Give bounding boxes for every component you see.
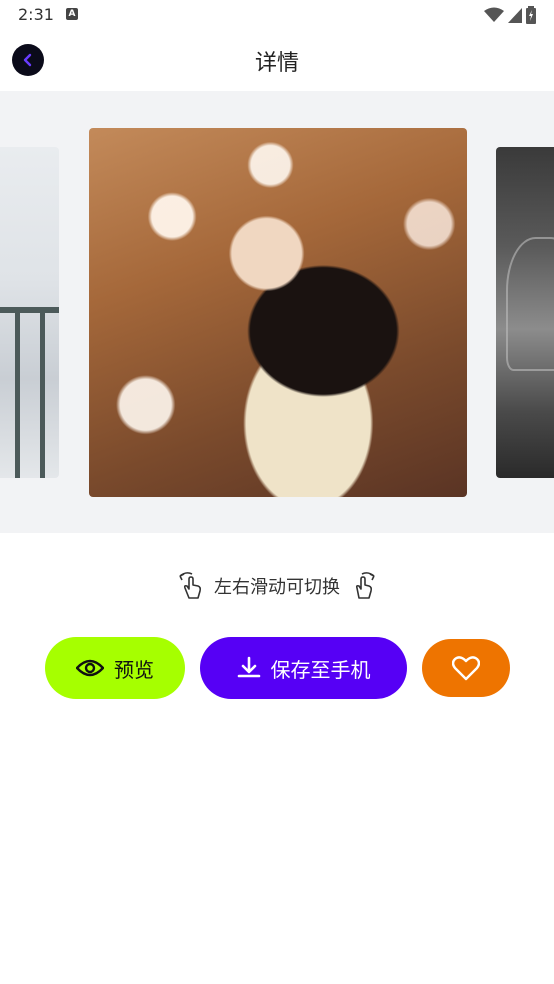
save-label: 保存至手机	[270, 657, 371, 682]
status-bar: 2:31 A	[0, 0, 554, 30]
swipe-hint: 左右滑动可切换	[0, 570, 554, 602]
previous-image-card[interactable]	[0, 147, 59, 478]
glass-decor	[506, 237, 554, 371]
page-title: 详情	[254, 51, 299, 76]
swipe-hint-text: 左右滑动可切换	[214, 577, 340, 598]
app-header: 详情	[0, 30, 554, 91]
save-to-phone-button[interactable]: 保存至手机	[200, 637, 407, 699]
preview-label: 预览	[114, 657, 154, 682]
railing-decor	[0, 307, 59, 313]
current-image-card[interactable]	[89, 128, 467, 497]
battery-icon	[526, 6, 536, 24]
notification-icon: A	[66, 8, 78, 20]
next-image-card[interactable]	[496, 147, 554, 478]
download-icon	[237, 656, 260, 678]
image-carousel[interactable]	[0, 91, 554, 533]
eye-icon	[76, 659, 104, 677]
preview-button[interactable]: 预览	[45, 637, 185, 699]
railing-post	[40, 307, 45, 478]
wifi-icon	[484, 7, 504, 22]
swipe-right-hand-icon	[355, 572, 375, 599]
status-icons	[484, 6, 536, 24]
railing-post	[15, 307, 20, 478]
status-time: 2:31	[18, 5, 54, 24]
swipe-left-hand-icon	[179, 572, 202, 599]
signal-icon	[508, 8, 522, 23]
favorite-button[interactable]	[422, 639, 510, 697]
heart-icon	[452, 656, 480, 681]
